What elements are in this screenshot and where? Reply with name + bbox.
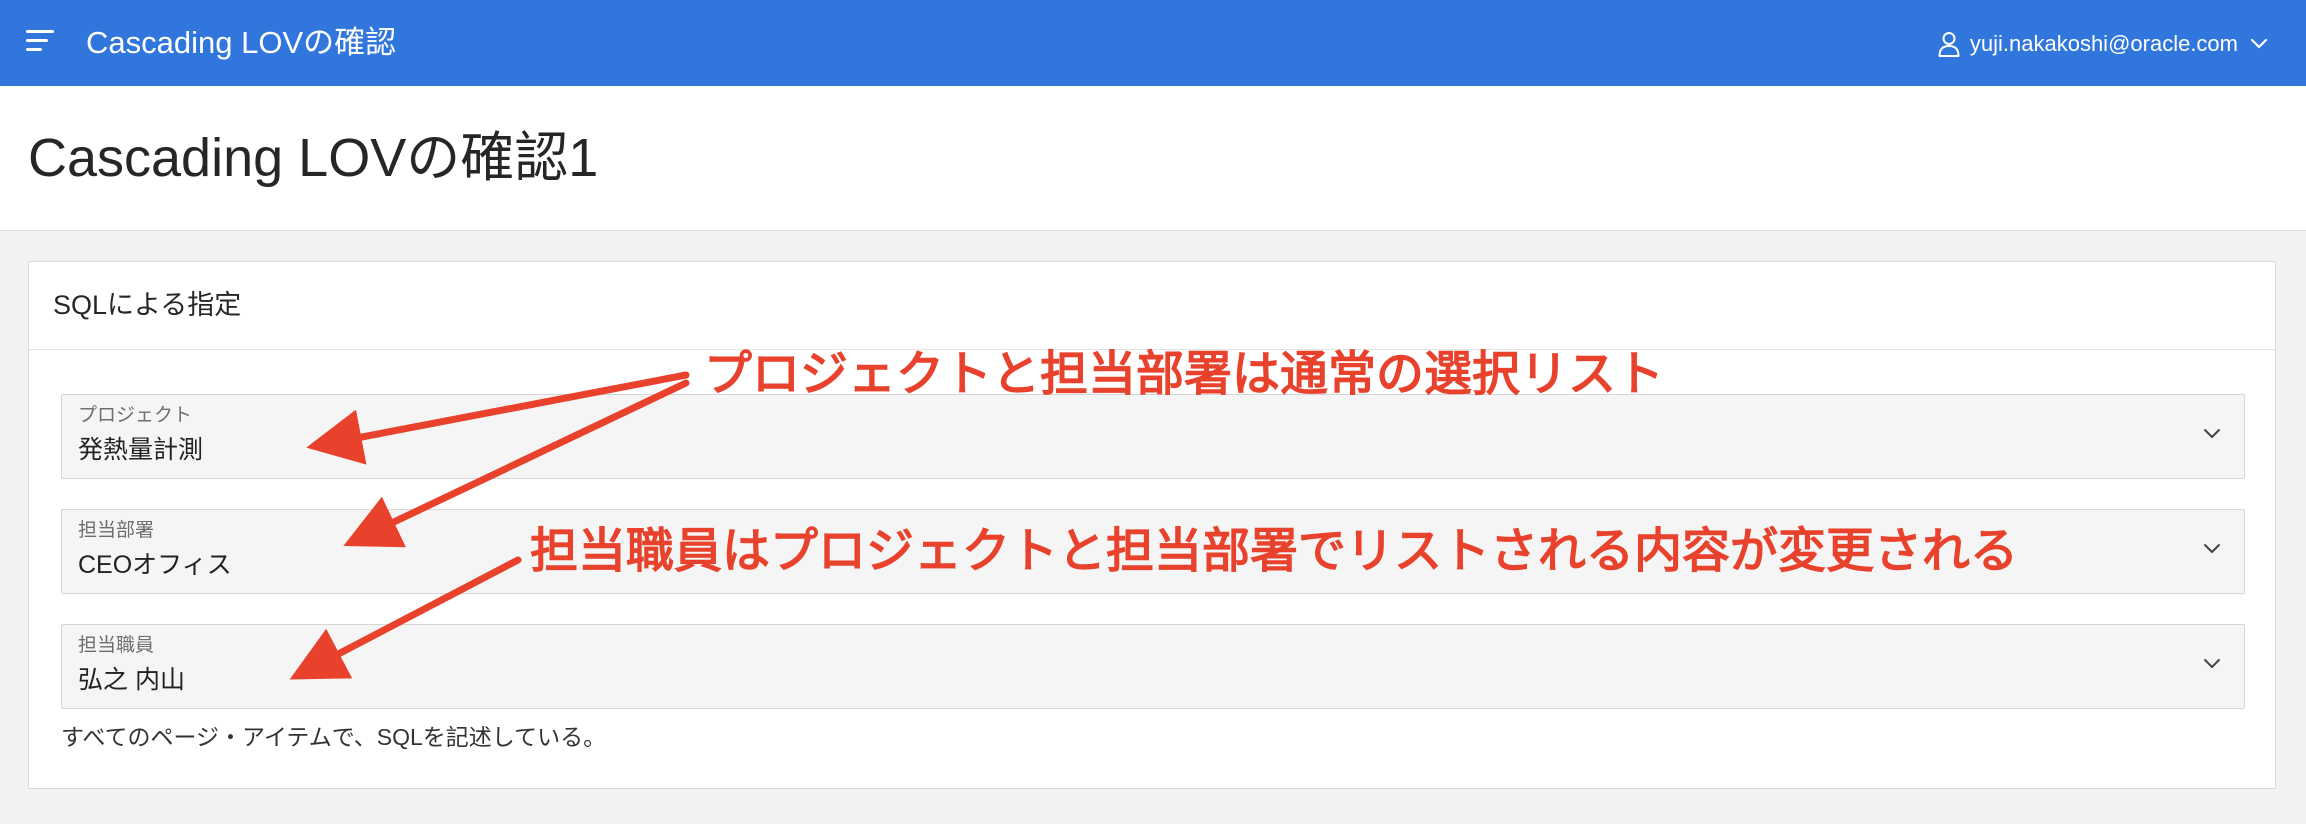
project-label: プロジェクト (78, 405, 193, 426)
region-header: SQLによる指定 (29, 262, 2275, 350)
project-select[interactable]: プロジェクト 発熱量計測 (61, 394, 2245, 479)
staff-select[interactable]: 担当職員 弘之 内山 (61, 624, 2245, 709)
staff-label: 担当職員 (78, 635, 155, 656)
page-title: Cascading LOVの確認1 (28, 128, 599, 188)
department-value: CEOオフィス (78, 551, 232, 579)
chevron-down-icon (2250, 38, 2268, 49)
help-text: すべてのページ・アイテムで、SQLを記述している。 (61, 724, 607, 750)
page-header: Cascading LOVの確認1 (0, 86, 2306, 231)
region-title: SQLによる指定 (53, 290, 242, 320)
annotation-text-1: プロジェクトと担当部署は通常の選択リスト (704, 346, 1665, 402)
user-menu[interactable]: yuji.nakakoshi@oracle.com (1938, 29, 2268, 59)
staff-value: 弘之 内山 (78, 666, 185, 694)
user-name: yuji.nakakoshi@oracle.com (1969, 31, 2238, 56)
chevron-down-icon (2204, 659, 2220, 668)
department-label: 担当部署 (78, 520, 155, 541)
chevron-down-icon (2204, 429, 2220, 438)
chevron-down-icon (2204, 544, 2220, 553)
top-navigation-bar: Cascading LOVの確認 yuji.nakakoshi@oracle.c… (0, 0, 2306, 86)
annotation-text-2: 担当職員はプロジェクトと担当部署でリストされる内容が変更される (530, 523, 2019, 579)
app-title[interactable]: Cascading LOVの確認 (86, 24, 396, 62)
user-icon (1938, 32, 1960, 57)
project-value: 発熱量計測 (78, 436, 204, 464)
hamburger-menu-icon[interactable] (26, 30, 60, 56)
